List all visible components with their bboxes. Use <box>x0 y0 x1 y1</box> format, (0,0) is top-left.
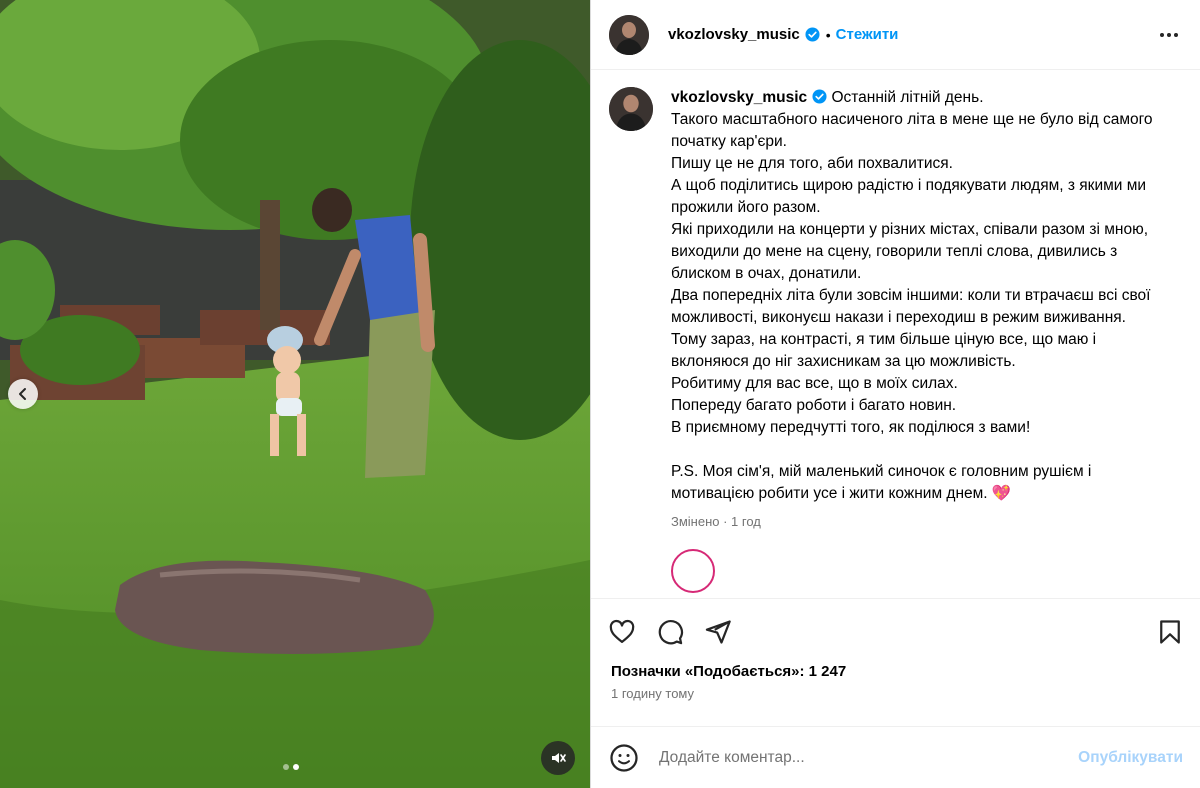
verified-badge-icon <box>805 27 820 42</box>
post-time[interactable]: 1 годину тому <box>591 686 1200 701</box>
caption-line: Такого масштабного насиченого літа в мен… <box>671 111 1157 150</box>
share-button[interactable] <box>703 617 733 647</box>
sound-off-icon <box>552 753 566 763</box>
carousel-dot-active <box>293 764 299 770</box>
comment-preview <box>671 549 1171 593</box>
post-photo <box>0 0 590 788</box>
caption-text: vkozlovsky_music Останній літній день. Т… <box>671 87 1171 505</box>
avatar-image <box>609 14 649 55</box>
comment-button[interactable] <box>655 617 685 647</box>
caption-line: В приємному передчутті того, як поділюся… <box>671 419 1031 436</box>
verified-badge-icon <box>812 89 827 104</box>
caption-section: vkozlovsky_music Останній літній день. Т… <box>591 70 1200 598</box>
post-header: vkozlovsky_music • Стежити <box>591 0 1200 70</box>
caption-line: Які приходили на концерти у різних міста… <box>671 221 1153 282</box>
caption-line: P.S. Моя сім'я, мій маленький синочок є … <box>671 463 1096 502</box>
follow-button[interactable]: Стежити <box>836 26 899 43</box>
carousel-indicator <box>283 764 299 770</box>
commenter-avatar[interactable] <box>671 549 715 593</box>
caption-line: Два попередніх літа були зовсім іншими: … <box>671 287 1155 326</box>
more-options-icon[interactable] <box>1156 29 1182 41</box>
caption-username[interactable]: vkozlovsky_music <box>671 89 807 106</box>
caption-line: Останній літній день. <box>831 89 984 106</box>
like-button[interactable] <box>607 617 637 647</box>
heart-icon <box>609 619 635 644</box>
comment-form: Опублікувати <box>591 726 1200 788</box>
header-separator: • <box>825 26 831 43</box>
likes-count[interactable]: Позначки «Подобається»: 1 247 <box>591 663 1200 680</box>
comment-bubble-icon <box>658 620 683 645</box>
caption-avatar[interactable] <box>609 87 653 131</box>
edited-timestamp: Змінено · 1 год <box>671 514 761 529</box>
header-username[interactable]: vkozlovsky_music <box>668 26 800 43</box>
avatar-image <box>609 87 653 131</box>
avatar[interactable] <box>609 14 649 55</box>
actions-section: Позначки «Подобається»: 1 247 1 годину т… <box>591 598 1200 701</box>
carousel-prev-button[interactable] <box>8 379 38 409</box>
carousel-dot <box>283 764 289 770</box>
chevron-left-icon <box>19 388 26 400</box>
caption-line: А щоб поділитись щирою радістю і подякув… <box>671 177 1151 216</box>
save-button[interactable] <box>1155 617 1185 647</box>
publish-button[interactable]: Опублікувати <box>1078 749 1183 767</box>
caption-line: Робитиму для вас все, що в моїх силах. <box>671 375 958 392</box>
caption-line: Тому зараз, на контрасті, я тим більше ц… <box>671 331 1101 370</box>
post-details-panel: vkozlovsky_music • Стежити vkozlovsky_mu… <box>590 0 1200 788</box>
emoji-smile-icon[interactable] <box>609 743 639 773</box>
caption-line: Пишу це не для того, аби похвалитися. <box>671 155 953 172</box>
caption-line: Попереду багато роботи і багато новин. <box>671 397 957 414</box>
bookmark-icon <box>1160 620 1180 644</box>
action-bar <box>591 599 1200 665</box>
paper-plane-icon <box>705 620 731 644</box>
post-media[interactable] <box>0 0 590 788</box>
mute-toggle-button[interactable] <box>541 741 575 775</box>
caption-body: vkozlovsky_music Останній літній день. Т… <box>671 87 1171 598</box>
comment-input[interactable] <box>659 748 1079 767</box>
